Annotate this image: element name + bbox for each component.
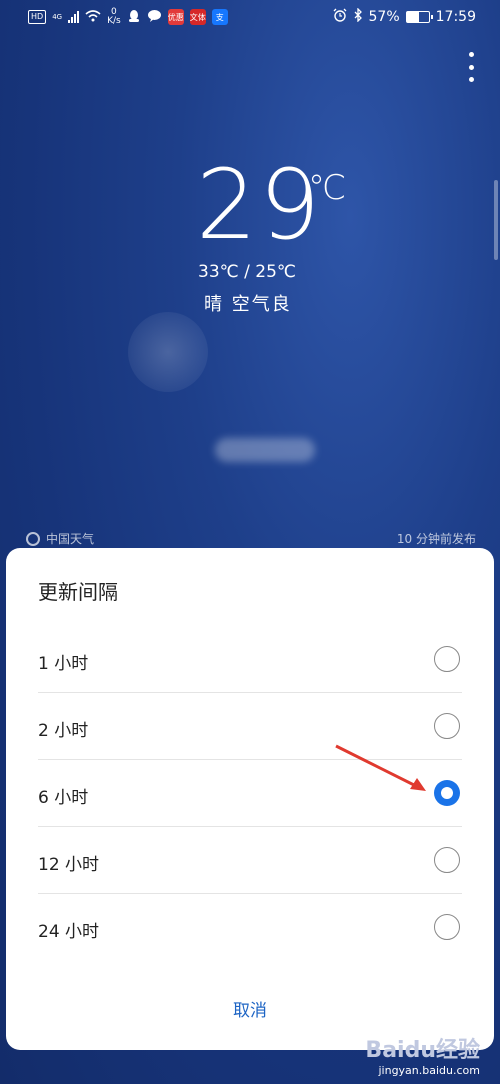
app-wenyu-icon: 文体 — [189, 9, 206, 25]
hd-badge: HD — [28, 10, 47, 24]
background-glow — [128, 312, 208, 392]
option-12-hours[interactable]: 12 小时 — [38, 827, 462, 894]
status-bar: HD 4G 0 K/s 优惠 文体 支 57% 17:59 — [0, 0, 500, 36]
option-1-hour[interactable]: 1 小时 — [38, 626, 462, 693]
temperature-range: 33℃ / 25℃ — [198, 262, 296, 282]
app-red-icon: 优惠 — [167, 9, 184, 25]
location-blurred — [215, 438, 315, 462]
weather-source: 中国天气 — [26, 530, 94, 547]
annotation-arrow-icon — [335, 744, 426, 791]
status-left: HD 4G 0 K/s 优惠 文体 支 — [28, 8, 228, 26]
chat-bubble-icon — [147, 9, 162, 26]
published-time: 10 分钟前发布 — [396, 532, 476, 546]
temperature-unit: ℃ — [308, 168, 347, 208]
battery-percent: 57% — [368, 9, 400, 25]
radio-button[interactable] — [434, 914, 460, 940]
cancel-button[interactable]: 取消 — [6, 996, 494, 1021]
signal-icon — [68, 11, 80, 23]
baidu-logo: Baidu经验 — [365, 1038, 480, 1063]
source-label: 中国天气 — [46, 532, 95, 546]
weather-condition: 晴 空气良 — [204, 294, 292, 315]
scrollbar[interactable] — [494, 180, 498, 260]
china-weather-icon — [26, 531, 40, 546]
bluetooth-icon — [353, 7, 363, 26]
alarm-icon — [333, 8, 347, 26]
radio-button[interactable] — [434, 646, 460, 672]
network-gen: 4G — [52, 13, 63, 21]
radio-button[interactable] — [434, 847, 460, 873]
dialog-title: 更新间隔 — [38, 580, 118, 604]
net-speed: 0 K/s — [107, 8, 121, 26]
alipay-icon: 支 — [211, 9, 228, 25]
watermark: Baidu经验 jingyan.baidu.com — [365, 1032, 480, 1077]
current-temperature: 29 — [196, 149, 323, 261]
option-label: 1 小时 — [38, 654, 89, 674]
option-label: 6 小时 — [38, 788, 89, 808]
clock: 17:59 — [435, 9, 476, 25]
wifi-icon — [85, 9, 101, 25]
more-menu-icon[interactable] — [468, 52, 474, 82]
option-label: 2 小时 — [38, 721, 89, 741]
qq-icon — [127, 9, 141, 26]
option-24-hours[interactable]: 24 小时 — [38, 894, 462, 961]
option-label: 24 小时 — [38, 922, 100, 942]
radio-button-selected[interactable] — [434, 780, 460, 806]
status-right: 57% 17:59 — [333, 7, 476, 26]
radio-button[interactable] — [434, 713, 460, 739]
option-label: 12 小时 — [38, 855, 100, 875]
battery-icon — [405, 11, 433, 23]
watermark-url: jingyan.baidu.com — [378, 1064, 480, 1077]
net-speed-unit: K/s — [107, 16, 121, 26]
